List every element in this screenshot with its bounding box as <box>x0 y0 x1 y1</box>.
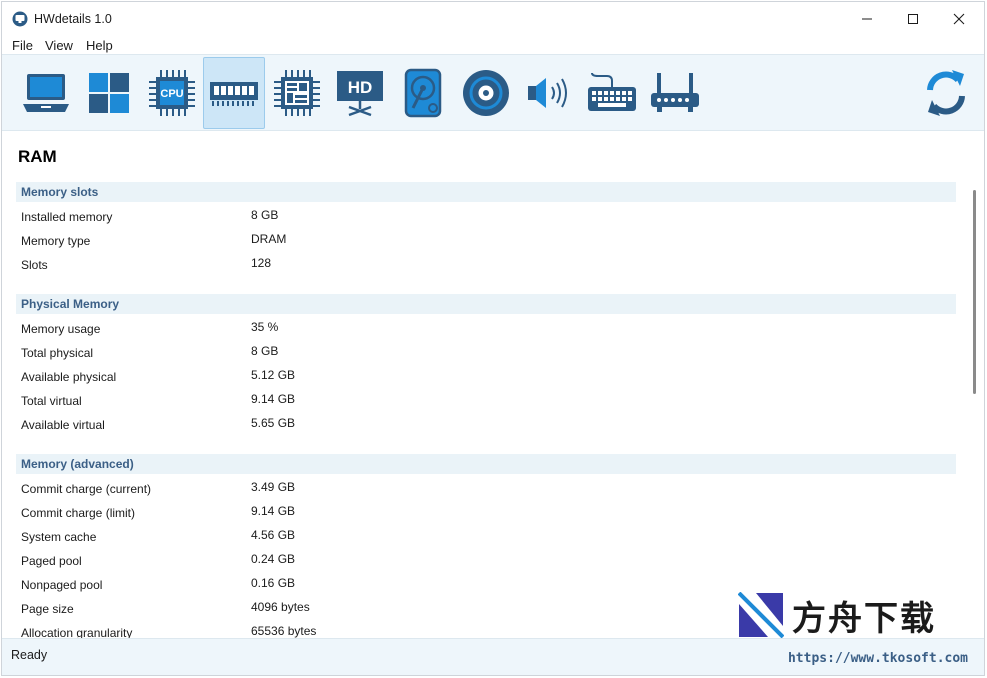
content-area: RAM Memory slots Installed memory 8 GB M… <box>2 132 984 638</box>
row-value: 0.24 GB <box>251 552 296 566</box>
tool-display[interactable]: HD <box>329 57 391 129</box>
row-value: 8 GB <box>251 208 279 222</box>
website-link[interactable]: https://www.tkosoft.com <box>788 651 968 666</box>
vertical-scrollbar[interactable] <box>968 176 976 636</box>
router-icon <box>651 73 699 112</box>
row-label: Total virtual <box>21 394 82 408</box>
row-label: Page size <box>21 602 74 616</box>
watermark-text: 方舟下载 <box>792 598 936 639</box>
disk-icon <box>404 68 442 118</box>
menu-view[interactable]: View <box>45 38 73 53</box>
status-text: Ready <box>11 648 48 662</box>
row-label: Installed memory <box>21 210 113 224</box>
tool-router[interactable] <box>644 57 706 129</box>
row-value: 128 <box>251 256 272 270</box>
status-bar: Ready https://www.tkosoft.com <box>2 638 984 675</box>
tool-ram[interactable] <box>203 57 265 129</box>
group-header-memory-advanced: Memory (advanced) <box>16 454 956 474</box>
page-title: RAM <box>18 147 57 166</box>
tool-disk[interactable] <box>392 57 454 129</box>
row-label: System cache <box>21 530 97 544</box>
display-icon: HD <box>337 71 383 117</box>
row-value: DRAM <box>251 232 287 246</box>
optical-drive-icon <box>463 70 509 116</box>
row-value: 4.56 GB <box>251 528 296 542</box>
cpu-icon: CPU <box>149 70 195 116</box>
tool-keyboard[interactable] <box>581 57 643 129</box>
row-label: Memory usage <box>21 322 101 336</box>
motherboard-icon <box>274 70 320 116</box>
row-label: Available physical <box>21 370 117 384</box>
group-header-memory-slots: Memory slots <box>16 182 956 202</box>
keyboard-icon <box>588 72 636 111</box>
maximize-button[interactable] <box>890 2 936 36</box>
row-label: Slots <box>21 258 48 272</box>
watermark-logo-icon <box>738 592 784 638</box>
row-label: Available virtual <box>21 418 105 432</box>
group-title: Physical Memory <box>21 297 120 311</box>
row-label: Commit charge (current) <box>21 482 152 496</box>
row-label: Memory type <box>21 234 91 248</box>
row-value: 65536 bytes <box>251 624 317 638</box>
row-value: 3.49 GB <box>251 480 296 494</box>
menu-bar: File View Help <box>2 36 984 56</box>
tool-motherboard[interactable] <box>266 57 328 129</box>
row-value: 9.14 GB <box>251 392 296 406</box>
app-icon <box>12 11 28 27</box>
row-label: Nonpaged pool <box>21 578 103 592</box>
close-button[interactable] <box>936 2 982 36</box>
computer-icon <box>23 74 69 112</box>
toolbar: CPU HD <box>2 54 984 131</box>
maximize-icon <box>908 14 918 24</box>
close-icon <box>953 13 965 25</box>
windows-icon <box>89 73 129 113</box>
refresh-icon <box>927 70 965 116</box>
tool-cpu[interactable]: CPU <box>141 57 203 129</box>
watermark: 方舟下载 <box>738 590 950 640</box>
row-value: 5.12 GB <box>251 368 296 382</box>
tool-optical-drive[interactable] <box>455 57 517 129</box>
menu-help[interactable]: Help <box>86 38 113 53</box>
group-title: Memory (advanced) <box>21 457 134 471</box>
group-title: Memory slots <box>21 185 99 199</box>
row-label: Allocation granularity <box>21 626 133 638</box>
tool-windows[interactable] <box>78 57 140 129</box>
minimize-button[interactable] <box>844 2 890 36</box>
window-title: HWdetails 1.0 <box>34 12 112 26</box>
row-value: 35 % <box>251 320 279 334</box>
row-value: 8 GB <box>251 344 279 358</box>
row-value: 0.16 GB <box>251 576 296 590</box>
ram-icon <box>210 82 258 106</box>
group-header-physical-memory: Physical Memory <box>16 294 956 314</box>
row-label: Total physical <box>21 346 94 360</box>
row-value: 4096 bytes <box>251 600 310 614</box>
menu-file[interactable]: File <box>12 38 33 53</box>
scrollbar-thumb[interactable] <box>973 190 976 394</box>
row-value: 9.14 GB <box>251 504 296 518</box>
cpu-label: CPU <box>160 88 183 100</box>
row-label: Commit charge (limit) <box>21 506 136 520</box>
row-label: Paged pool <box>21 554 82 568</box>
tool-speaker[interactable] <box>518 57 580 129</box>
speaker-icon <box>528 78 567 108</box>
tool-computer[interactable] <box>15 57 77 129</box>
app-window: HWdetails 1.0 File View Help CPU HD RAM … <box>1 1 985 676</box>
title-bar: HWdetails 1.0 <box>2 2 984 36</box>
hd-label: HD <box>348 78 373 97</box>
minimize-icon <box>862 18 872 20</box>
row-value: 5.65 GB <box>251 416 296 430</box>
refresh-button[interactable] <box>915 57 977 129</box>
